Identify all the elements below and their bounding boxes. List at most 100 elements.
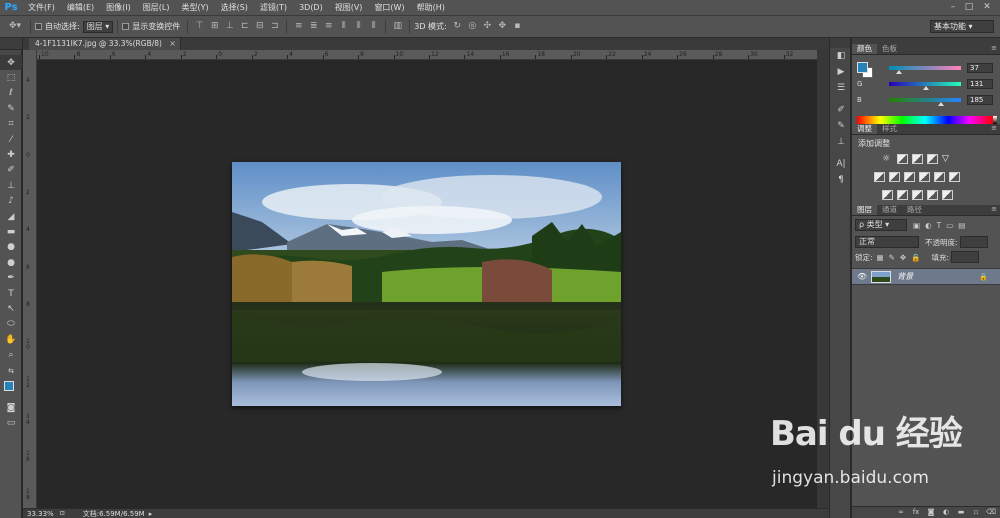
lasso-tool-icon[interactable]: ℓ <box>0 86 22 101</box>
eyedropper-tool-icon[interactable]: ⁄ <box>0 132 22 147</box>
dock-grip[interactable] <box>830 38 850 48</box>
black-white-icon[interactable] <box>904 172 915 182</box>
character-icon[interactable]: A| <box>830 156 852 172</box>
add-mask-icon[interactable]: ◙ <box>926 508 936 517</box>
blue-slider[interactable] <box>889 98 961 106</box>
auto-align-icon[interactable]: ▥ <box>392 21 403 32</box>
layer-name[interactable]: 背景 <box>897 271 913 282</box>
workspace-dropdown[interactable]: 基本功能 ▾ <box>930 20 994 33</box>
menu-window[interactable]: 窗口(W) <box>368 2 410 13</box>
brush-tool-icon[interactable]: ✐ <box>0 163 22 178</box>
brightness-icon[interactable]: ☼ <box>882 154 893 164</box>
zoom-level[interactable]: 33.33% <box>27 510 54 518</box>
curves-icon[interactable] <box>912 154 923 164</box>
distribute-right-icon[interactable]: ⦀ <box>368 21 379 32</box>
align-bottom-icon[interactable]: ⊥ <box>224 21 235 32</box>
posterize-icon[interactable] <box>897 190 908 200</box>
color-fg-swatch[interactable] <box>857 62 868 73</box>
tab-adjustments[interactable]: 调整 <box>852 124 877 134</box>
trash-icon[interactable]: ⌫ <box>986 508 996 517</box>
menu-type[interactable]: 类型(Y) <box>175 2 214 13</box>
eye-icon[interactable]: 👁 <box>857 272 867 281</box>
foreground-color-swatch[interactable] <box>4 381 14 392</box>
status-export-icon[interactable]: ⊡ <box>60 510 65 517</box>
default-colors-icon[interactable]: ⇆ <box>0 363 22 378</box>
selective-color-icon[interactable] <box>942 190 953 200</box>
fill-field[interactable] <box>951 251 980 263</box>
green-slider[interactable] <box>889 82 961 90</box>
color-swatches[interactable] <box>0 378 22 400</box>
eraser-tool-icon[interactable]: ◢ <box>0 209 22 224</box>
vertical-scrollbar[interactable] <box>817 50 829 508</box>
brush-panel-icon[interactable]: ✐ <box>830 102 852 118</box>
layer-filter-dropdown[interactable]: ρ 类型 ▾ <box>855 219 907 231</box>
auto-select-dropdown[interactable]: 图层 ▾ <box>82 20 114 33</box>
3d-slide-icon[interactable]: ✥ <box>497 21 508 32</box>
maximize-button[interactable]: □ <box>962 2 976 13</box>
quick-select-tool-icon[interactable]: ✎ <box>0 101 22 116</box>
channel-mixer-icon[interactable] <box>934 172 945 182</box>
crop-tool-icon[interactable]: ⌗ <box>0 117 22 132</box>
marquee-tool-icon[interactable]: ⬚ <box>0 70 22 85</box>
menu-help[interactable]: 帮助(H) <box>411 2 451 13</box>
lock-icons[interactable]: ▦✎✥🔒 <box>877 253 926 262</box>
photo-filter-icon[interactable] <box>919 172 930 182</box>
bw-ramp[interactable] <box>993 116 997 124</box>
align-vcenter-icon[interactable]: ⊞ <box>209 21 220 32</box>
color-spectrum-bar[interactable] <box>857 116 993 124</box>
screen-mode-icon[interactable]: ▭ <box>0 416 22 431</box>
green-value-field[interactable]: 131 <box>967 79 993 89</box>
opacity-field[interactable] <box>959 236 988 248</box>
align-hcenter-icon[interactable]: ⊟ <box>254 21 265 32</box>
tab-layers[interactable]: 图层 <box>852 205 877 215</box>
gradient-map-icon[interactable] <box>927 190 938 200</box>
menu-edit[interactable]: 编辑(E) <box>61 2 100 13</box>
align-right-icon[interactable]: ⊐ <box>269 21 280 32</box>
3d-drag-icon[interactable]: ✣ <box>482 21 493 32</box>
red-slider[interactable] <box>889 66 961 74</box>
color-balance-icon[interactable] <box>889 172 900 182</box>
ellipse-tool-icon[interactable]: ⬭ <box>0 317 22 332</box>
history-brush-tool-icon[interactable]: ♪ <box>0 194 22 209</box>
align-top-icon[interactable]: ⊤ <box>194 21 205 32</box>
menu-file[interactable]: 文件(F) <box>22 2 61 13</box>
hue-saturation-icon[interactable] <box>874 172 885 182</box>
distribute-top-icon[interactable]: ≡ <box>293 21 304 32</box>
3d-rotate-icon[interactable]: ↻ <box>452 21 463 32</box>
pen-tool-icon[interactable]: ✒ <box>0 270 22 285</box>
levels-icon[interactable] <box>897 154 908 164</box>
paragraph-icon[interactable]: ¶ <box>830 172 852 188</box>
auto-select-checkbox[interactable] <box>35 23 42 30</box>
green-slider-thumb[interactable] <box>923 86 929 90</box>
blue-value-field[interactable]: 185 <box>967 95 993 105</box>
move-tool-preset-icon[interactable]: ✥▾ <box>6 21 24 32</box>
tab-swatches[interactable]: 色板 <box>877 44 902 54</box>
new-layer-icon[interactable]: ▫ <box>971 508 981 517</box>
panel-menu-icon[interactable]: ≡ <box>991 205 997 213</box>
horizontal-ruler[interactable]: 10 8 6 4 2 0 2 4 6 8 10 12 14 16 18 20 22 24 26 28 30 32 <box>37 50 817 60</box>
menu-filter[interactable]: 滤镜(T) <box>254 2 293 13</box>
new-adjustment-icon[interactable]: ◐ <box>941 508 951 517</box>
menu-3d[interactable]: 3D(D) <box>293 3 329 12</box>
gradient-tool-icon[interactable]: ▬ <box>0 224 22 239</box>
document-image[interactable] <box>232 162 621 406</box>
blue-slider-thumb[interactable] <box>938 102 945 106</box>
blend-mode-dropdown[interactable]: 正常 <box>855 236 919 248</box>
menu-layer[interactable]: 图层(L) <box>137 2 176 13</box>
panel-menu-icon[interactable]: ≡ <box>991 44 997 52</box>
status-arrow-icon[interactable]: ▸ <box>149 510 153 518</box>
close-icon[interactable]: × <box>169 38 176 50</box>
red-value-field[interactable]: 37 <box>967 63 993 73</box>
type-tool-icon[interactable]: T <box>0 286 22 301</box>
tab-color[interactable]: 颜色 <box>852 44 877 54</box>
zoom-tool-icon[interactable]: ⌕ <box>0 347 22 362</box>
show-transform-checkbox[interactable] <box>122 23 130 30</box>
invert-icon[interactable] <box>882 190 893 200</box>
clone-source-icon[interactable]: ⊥ <box>830 134 852 150</box>
layer-style-icon[interactable]: fx <box>911 508 921 517</box>
align-left-icon[interactable]: ⊏ <box>239 21 250 32</box>
move-tool-icon[interactable]: ✥ <box>0 55 22 71</box>
actions-icon[interactable]: ▶ <box>830 64 852 80</box>
3d-roll-icon[interactable]: ◎ <box>467 21 478 32</box>
minimize-button[interactable]: – <box>946 2 960 13</box>
